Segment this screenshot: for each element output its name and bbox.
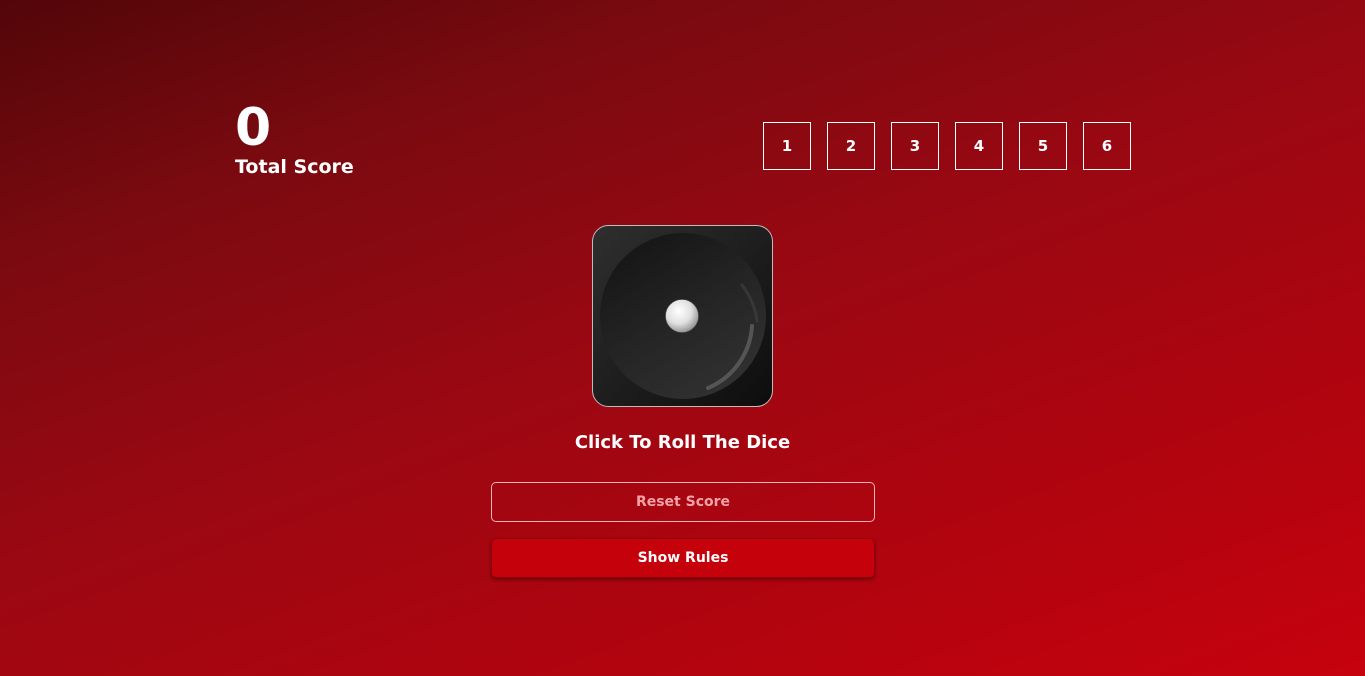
roll-instruction: Click To Roll The Dice (574, 432, 791, 453)
show-rules-button[interactable]: Show Rules (491, 538, 875, 578)
dice-face-one-icon (592, 225, 773, 407)
dice-button[interactable] (592, 225, 773, 407)
number-option-3[interactable]: 3 (891, 122, 939, 170)
total-score-value: 0 (235, 98, 271, 158)
total-score-label: Total Score (235, 156, 354, 178)
number-option-2[interactable]: 2 (827, 122, 875, 170)
reset-score-button[interactable]: Reset Score (491, 482, 875, 522)
number-option-4[interactable]: 4 (955, 122, 1003, 170)
number-option-6[interactable]: 6 (1083, 122, 1131, 170)
number-option-5[interactable]: 5 (1019, 122, 1067, 170)
total-score-block: 0 Total Score (235, 100, 354, 178)
number-option-1[interactable]: 1 (763, 122, 811, 170)
number-selector: 1 2 3 4 5 6 (763, 122, 1131, 170)
